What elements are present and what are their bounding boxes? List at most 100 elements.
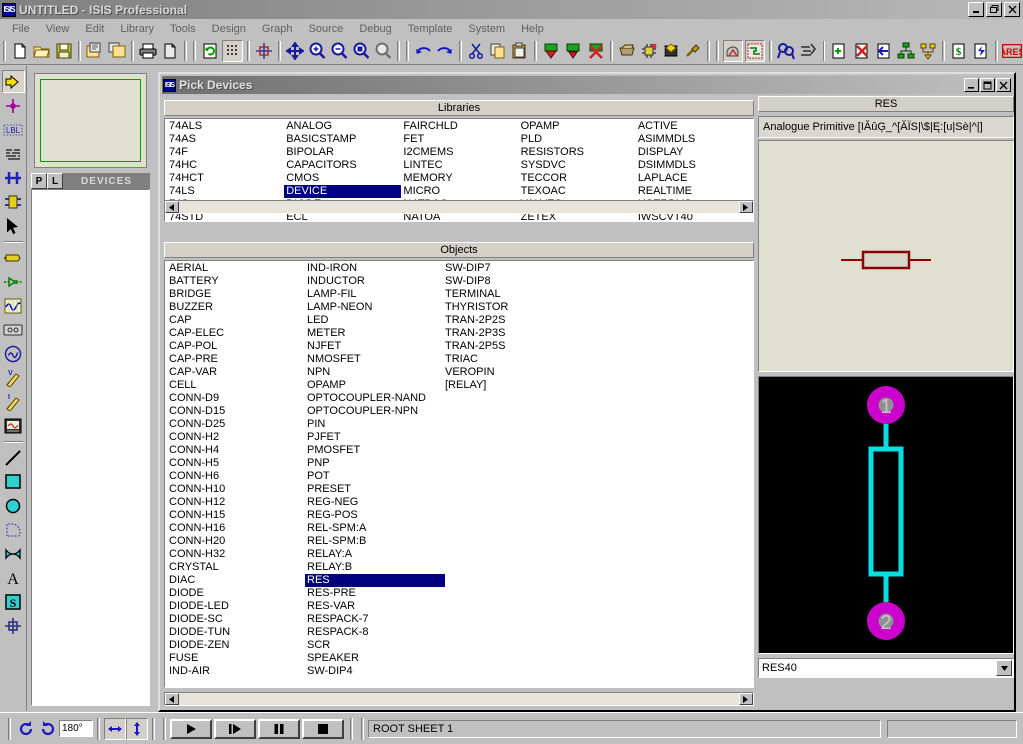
object-item[interactable]: PNP [305, 457, 443, 470]
component-mode-icon[interactable] [2, 94, 25, 117]
object-item[interactable]: LAMP-NEON [305, 301, 443, 314]
object-item[interactable]: RESPACK-7 [305, 613, 443, 626]
menu-library[interactable]: Library [112, 21, 162, 37]
object-item[interactable]: CONN-H4 [167, 444, 305, 457]
object-item[interactable]: OPAMP [305, 379, 443, 392]
object-item[interactable]: CONN-D25 [167, 418, 305, 431]
zoom-in-icon[interactable] [307, 40, 327, 62]
object-item[interactable]: POT [305, 470, 443, 483]
instant-edit-icon[interactable] [2, 214, 25, 237]
library-item[interactable]: SYSDVC [519, 159, 636, 172]
menu-help[interactable]: Help [513, 21, 552, 37]
menu-debug[interactable]: Debug [351, 21, 399, 37]
object-item[interactable]: DIAC [167, 574, 305, 587]
library-item[interactable]: 74HCT [167, 172, 284, 185]
object-item[interactable]: IND-AIR [167, 665, 305, 678]
object-item[interactable]: TRIAC [443, 353, 581, 366]
circle-tool-icon[interactable] [2, 494, 25, 517]
library-item[interactable]: DSIMMDLS [636, 159, 753, 172]
menu-source[interactable]: Source [301, 21, 352, 37]
mirror-horizontal-icon[interactable] [104, 717, 126, 740]
pick-device-icon[interactable] [617, 40, 637, 62]
object-item[interactable]: CONN-H32 [167, 548, 305, 561]
object-item[interactable]: CONN-H15 [167, 509, 305, 522]
library-item[interactable]: 74LS [167, 185, 284, 198]
object-item[interactable]: SW-DIP4 [305, 665, 443, 678]
wire-autorouter-icon[interactable] [722, 40, 744, 62]
object-item[interactable]: SCR [305, 639, 443, 652]
overview-panel[interactable] [31, 70, 150, 171]
grid-toggle-icon[interactable] [222, 40, 243, 62]
simulation-play-button[interactable] [170, 718, 212, 739]
object-item[interactable]: DIODE-TUN [167, 626, 305, 639]
restore-button[interactable] [986, 2, 1002, 17]
menu-design[interactable]: Design [204, 21, 254, 37]
scroll-left-button[interactable] [165, 693, 179, 705]
object-item[interactable]: PMOSFET [305, 444, 443, 457]
bill-of-materials-icon[interactable]: $ [949, 40, 969, 62]
scroll-right-button[interactable] [739, 201, 753, 213]
library-item[interactable]: MEMORY [401, 172, 518, 185]
object-item[interactable]: TERMINAL [443, 288, 581, 301]
rotation-value[interactable]: 180° [59, 720, 93, 737]
object-item[interactable]: DIODE [167, 587, 305, 600]
marker-tool-icon[interactable] [2, 614, 25, 637]
object-item[interactable]: DIODE-SC [167, 613, 305, 626]
library-item[interactable]: DISPLAY [636, 146, 753, 159]
objects-list[interactable]: AERIAL BATTERY BRIDGE BUZZER CAP CAP-ELEC CAP-… [164, 260, 754, 688]
library-item[interactable]: PLD [519, 133, 636, 146]
closed-path-tool-icon[interactable] [2, 542, 25, 565]
menu-view[interactable]: View [38, 21, 78, 37]
minimize-button[interactable] [968, 2, 984, 17]
object-item[interactable]: NJFET [305, 340, 443, 353]
zoom-all-icon[interactable] [373, 40, 393, 62]
object-item[interactable]: CONN-H5 [167, 457, 305, 470]
library-item[interactable]: ASIMMDLS [636, 133, 753, 146]
library-item[interactable]: 74HC [167, 159, 284, 172]
object-item[interactable]: REG-POS [305, 509, 443, 522]
rotate-clockwise-icon[interactable] [15, 718, 37, 740]
pick-from-libraries-button[interactable]: P [31, 173, 47, 189]
object-item[interactable]: CELL [167, 379, 305, 392]
library-item[interactable]: 74F [167, 146, 284, 159]
object-item[interactable]: CRYSTAL [167, 561, 305, 574]
block-delete-icon[interactable] [586, 40, 606, 62]
object-item[interactable]: RES-VAR [305, 600, 443, 613]
terminals-mode-icon[interactable] [2, 246, 25, 269]
object-item[interactable]: AERIAL [167, 262, 305, 275]
cut-icon[interactable] [466, 40, 486, 62]
selection-mode-icon[interactable] [1, 70, 25, 93]
dialog-close-button[interactable] [996, 78, 1011, 92]
object-item[interactable]: FUSE [167, 652, 305, 665]
object-item[interactable]: LAMP-FIL [305, 288, 443, 301]
object-item[interactable]: LED [305, 314, 443, 327]
object-item[interactable]: CONN-D15 [167, 405, 305, 418]
package-select[interactable]: RES40 [758, 658, 1014, 678]
object-item[interactable]: RELAY:B [305, 561, 443, 574]
dialog-restore-button[interactable] [980, 78, 995, 92]
object-item-selected[interactable]: RES [305, 574, 445, 587]
object-item[interactable]: CAP-POL [167, 340, 305, 353]
simulation-pause-button[interactable] [258, 718, 300, 739]
object-item[interactable]: [RELAY] [443, 379, 581, 392]
block-move-icon[interactable] [563, 40, 583, 62]
graph-mode-icon[interactable] [2, 294, 25, 317]
redo-icon[interactable] [435, 40, 455, 62]
object-item[interactable]: NPN [305, 366, 443, 379]
scroll-left-button[interactable] [165, 201, 179, 213]
object-item[interactable]: CONN-H2 [167, 431, 305, 444]
libraries-horizontal-scrollbar[interactable] [164, 200, 754, 214]
object-item[interactable]: CAP-VAR [167, 366, 305, 379]
object-item[interactable]: BATTERY [167, 275, 305, 288]
object-item[interactable]: PRESET [305, 483, 443, 496]
object-item[interactable]: SW-DIP8 [443, 275, 581, 288]
goto-sheet-icon[interactable] [918, 40, 938, 62]
object-item[interactable]: NMOSFET [305, 353, 443, 366]
subcircuit-icon[interactable] [2, 190, 25, 213]
simulation-stop-button[interactable] [302, 718, 344, 739]
symbol-tool-icon[interactable]: S [2, 590, 25, 613]
library-item[interactable]: 74ALS [167, 120, 284, 133]
refresh-icon[interactable] [200, 40, 220, 62]
library-manager-button[interactable]: L [47, 173, 63, 189]
box-tool-icon[interactable] [2, 470, 25, 493]
